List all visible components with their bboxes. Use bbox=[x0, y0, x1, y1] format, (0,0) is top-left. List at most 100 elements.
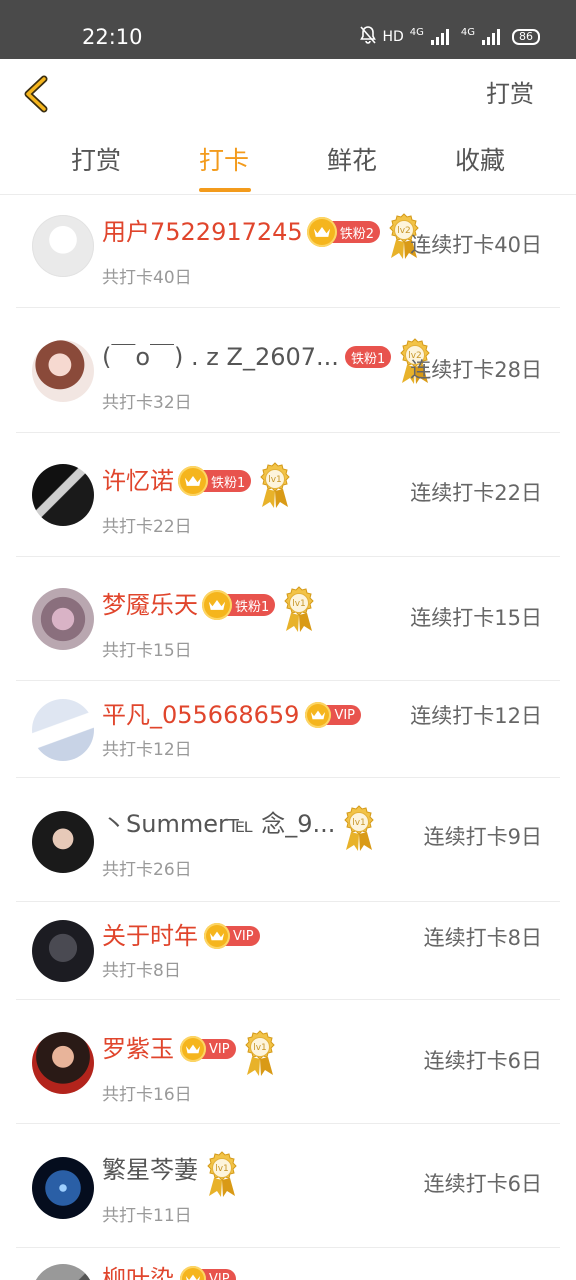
fan-level-label: 铁粉1 bbox=[350, 351, 386, 367]
user-name[interactable]: 罗紫玉 bbox=[102, 1033, 174, 1065]
streak-checkin: 连续打卡6日 bbox=[423, 1049, 542, 1073]
avatar[interactable] bbox=[32, 699, 94, 761]
svg-text:lv2: lv2 bbox=[397, 226, 411, 236]
list-item[interactable]: 丶Summer℡ 念_9... lv1 共打卡26日 连续打卡9日 bbox=[0, 778, 576, 902]
status-icons: HD 4G 4G 86 bbox=[360, 26, 540, 48]
streak-checkin: 连续打卡28日 bbox=[410, 358, 542, 382]
battery-icon: 86 bbox=[512, 29, 540, 45]
tab-checkin-label: 打卡 bbox=[198, 146, 249, 175]
crown-icon bbox=[180, 1036, 206, 1062]
hd-label: HD bbox=[382, 29, 404, 45]
vip-badge: VIP bbox=[180, 1266, 236, 1280]
name-line: 平凡_055668659 VIP bbox=[102, 698, 362, 732]
name-line: 柳叶染 VIP bbox=[102, 1262, 236, 1280]
streak-checkin: 连续打卡15日 bbox=[410, 606, 542, 630]
svg-text:lv1: lv1 bbox=[269, 475, 283, 485]
avatar[interactable] bbox=[32, 811, 94, 873]
tab-bar: 打赏 打卡 鲜花 收藏 bbox=[0, 131, 576, 195]
fan-level-label: 铁粉2 bbox=[339, 226, 374, 242]
level-medal-icon: lv1 bbox=[204, 1150, 240, 1198]
avatar[interactable] bbox=[32, 1157, 94, 1219]
avatar[interactable] bbox=[32, 1032, 94, 1094]
total-checkin: 共打卡11日 bbox=[102, 1206, 192, 1226]
status-time: 22:10 bbox=[82, 25, 143, 49]
list-item[interactable]: 许忆诺 铁粉1 lv1 共打卡22日 连续打卡22日 bbox=[0, 433, 576, 557]
user-name[interactable]: 繁星芩萋 bbox=[102, 1154, 198, 1186]
name-line: 丶Summer℡ 念_9... lv1 bbox=[102, 805, 377, 851]
total-checkin: 共打卡32日 bbox=[102, 393, 192, 413]
user-name[interactable]: 丶Summer℡ 念_9... bbox=[102, 808, 335, 840]
fan-level-badge: 铁粉2 bbox=[306, 217, 380, 247]
svg-text:lv1: lv1 bbox=[253, 1043, 267, 1053]
crown-icon bbox=[305, 702, 332, 728]
user-name[interactable]: 梦魇乐天 bbox=[102, 589, 198, 621]
chevron-left-icon bbox=[24, 75, 48, 113]
streak-checkin: 连续打卡9日 bbox=[423, 825, 542, 849]
app-root: 22:10 HD 4G 4G 86 打赏 打赏 打卡 鲜花 收藏 用户75229… bbox=[0, 0, 576, 1280]
avatar[interactable] bbox=[32, 1264, 94, 1280]
tab-active-indicator bbox=[199, 188, 251, 192]
total-checkin: 共打卡12日 bbox=[102, 740, 192, 760]
level-medal-icon: lv1 bbox=[242, 1029, 278, 1077]
svg-text:lv1: lv1 bbox=[215, 1164, 229, 1174]
network-type-1: 4G bbox=[409, 27, 424, 38]
status-bar: 22:10 HD 4G 4G 86 bbox=[0, 0, 576, 59]
user-name[interactable]: 柳叶染 bbox=[102, 1263, 174, 1280]
level-medal-icon: lv1 bbox=[341, 804, 377, 852]
name-line: 用户7522917245 铁粉2 lv2 bbox=[102, 213, 422, 259]
name-line: 梦魇乐天 铁粉1 lv1 bbox=[102, 586, 317, 632]
user-name[interactable]: 用户7522917245 bbox=[102, 216, 303, 248]
fan-level-label: 铁粉1 bbox=[211, 475, 246, 491]
level-medal-icon: lv1 bbox=[281, 585, 317, 633]
list-item[interactable]: 梦魇乐天 铁粉1 lv1 共打卡15日 连续打卡15日 bbox=[0, 557, 576, 681]
streak-checkin: 连续打卡22日 bbox=[410, 481, 542, 505]
fan-level-label: 铁粉1 bbox=[235, 599, 270, 615]
crown-icon bbox=[306, 217, 337, 247]
list-item[interactable]: 繁星芩萋 lv1 共打卡11日 连续打卡6日 bbox=[0, 1124, 576, 1248]
crown-icon bbox=[178, 466, 208, 496]
crown-icon bbox=[204, 923, 230, 949]
level-medal-icon: lv1 bbox=[257, 461, 293, 509]
vip-label: VIP bbox=[334, 707, 356, 723]
total-checkin: 共打卡15日 bbox=[102, 641, 192, 661]
user-name[interactable]: 许忆诺 bbox=[102, 465, 174, 497]
list-item[interactable]: 用户7522917245 铁粉2 lv2 共打卡40日 连续打卡40日 bbox=[0, 195, 576, 308]
avatar[interactable] bbox=[32, 215, 94, 277]
back-button[interactable] bbox=[20, 73, 60, 115]
avatar[interactable] bbox=[32, 340, 94, 402]
avatar[interactable] bbox=[32, 464, 94, 526]
reward-button[interactable]: 打赏 bbox=[486, 79, 534, 109]
tab-favorites[interactable]: 收藏 bbox=[425, 145, 535, 177]
user-name[interactable]: 关于时年 bbox=[102, 920, 198, 952]
vip-label: VIP bbox=[233, 928, 254, 944]
vip-label: VIP bbox=[209, 1041, 230, 1057]
vip-badge: VIP bbox=[204, 923, 260, 949]
svg-text:lv1: lv1 bbox=[353, 818, 367, 828]
user-name[interactable]: (￣o￣) . z Z_2607... bbox=[102, 341, 339, 373]
network-type-2: 4G bbox=[460, 27, 475, 38]
signal-icon-1 bbox=[430, 29, 449, 45]
streak-checkin: 连续打卡6日 bbox=[423, 1172, 542, 1196]
list-item[interactable]: 罗紫玉 VIP lv1 共打卡16日 连续打卡6日 bbox=[0, 1000, 576, 1124]
total-checkin: 共打卡16日 bbox=[102, 1085, 192, 1105]
vip-badge: VIP bbox=[180, 1036, 236, 1062]
total-checkin: 共打卡26日 bbox=[102, 860, 192, 880]
list-item[interactable]: 平凡_055668659 VIP 共打卡12日 连续打卡12日 bbox=[0, 681, 576, 778]
crown-icon bbox=[180, 1266, 206, 1280]
avatar[interactable] bbox=[32, 920, 94, 982]
list-item[interactable]: 柳叶染 VIP bbox=[0, 1248, 576, 1280]
avatar[interactable] bbox=[32, 588, 94, 650]
streak-checkin: 连续打卡8日 bbox=[423, 926, 542, 950]
tab-checkin[interactable]: 打卡 bbox=[169, 145, 279, 192]
total-checkin: 共打卡8日 bbox=[102, 961, 181, 981]
name-line: 繁星芩萋 lv1 bbox=[102, 1151, 240, 1197]
signal-icon-2 bbox=[482, 29, 500, 45]
user-name[interactable]: 平凡_055668659 bbox=[102, 699, 299, 731]
tab-reward[interactable]: 打赏 bbox=[41, 145, 151, 177]
list-item[interactable]: (￣o￣) . z Z_2607... 铁粉1 lv2 共打卡32日 连续打卡28日 bbox=[0, 308, 576, 433]
tab-flowers[interactable]: 鲜花 bbox=[297, 145, 407, 177]
list-item[interactable]: 关于时年 VIP 共打卡8日 连续打卡8日 bbox=[0, 902, 576, 1000]
fan-level-badge: 铁粉1 bbox=[202, 590, 276, 620]
vip-badge: VIP bbox=[305, 702, 362, 728]
streak-checkin: 连续打卡40日 bbox=[410, 233, 542, 257]
